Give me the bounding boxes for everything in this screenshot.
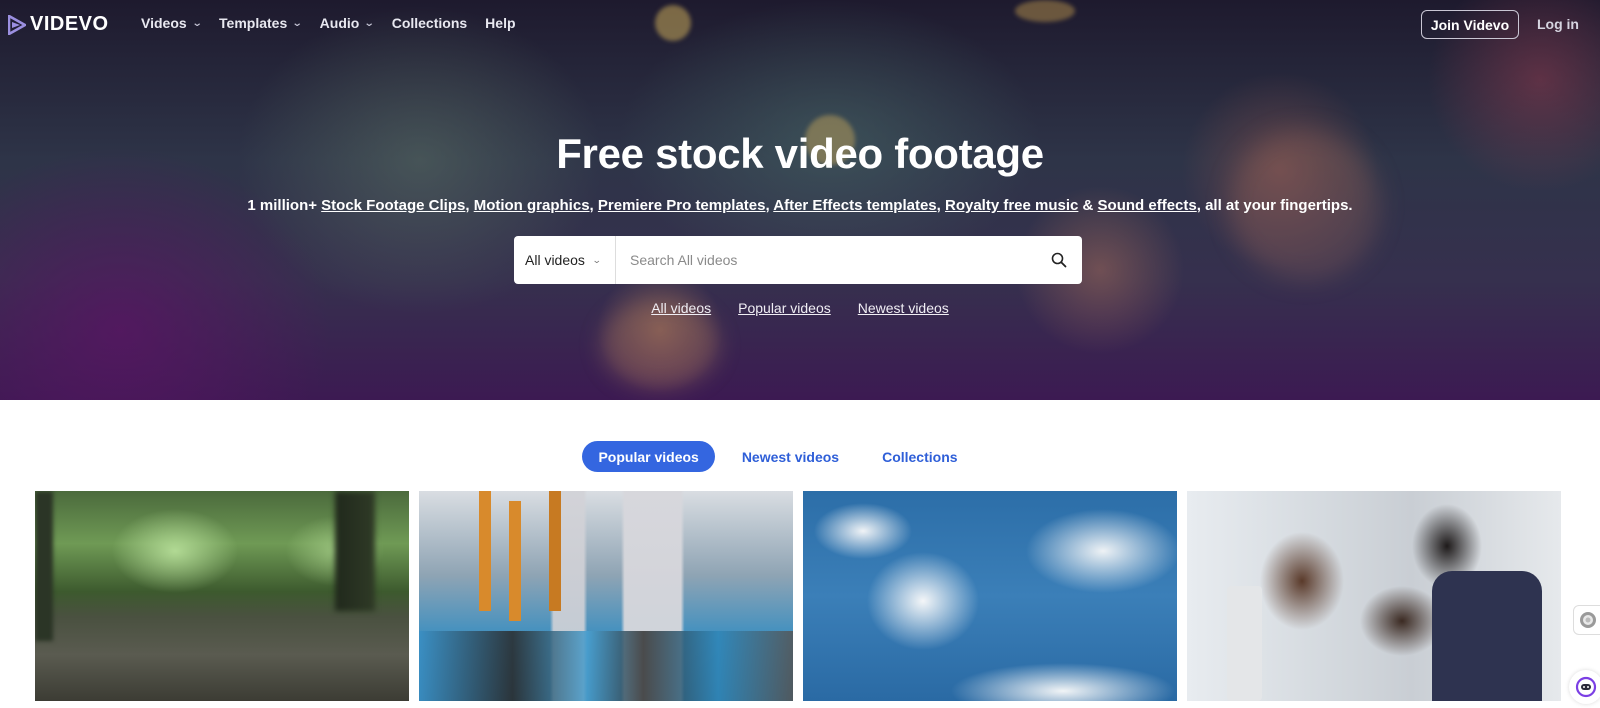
nav-item-videos[interactable]: Videos ⌄ [141, 15, 203, 31]
separator: , [465, 197, 474, 214]
chevron-down-icon: ⌄ [292, 17, 303, 29]
nav-item-templates[interactable]: Templates ⌄ [219, 15, 303, 31]
search-category-select[interactable]: All videos ⌄ [514, 236, 616, 284]
link-royalty-free-music[interactable]: Royalty free music [945, 197, 1078, 214]
video-thumbnail-business-team[interactable] [1187, 491, 1561, 701]
nav-item-label: Videos [141, 15, 187, 31]
quick-link-all-videos[interactable]: All videos [651, 300, 711, 316]
separator: , [589, 197, 598, 214]
video-grid [35, 491, 1561, 701]
search-bar: All videos ⌄ [514, 236, 1082, 284]
search-input[interactable] [616, 236, 1036, 284]
login-link[interactable]: Log in [1537, 16, 1579, 32]
tab-collections[interactable]: Collections [866, 441, 973, 472]
nav-item-label: Audio [319, 15, 360, 31]
chevron-down-icon: ⌄ [364, 17, 375, 29]
search-button[interactable] [1036, 236, 1082, 284]
join-button[interactable]: Join Videvo [1421, 10, 1519, 39]
accessibility-icon [1580, 612, 1596, 628]
tab-newest-videos[interactable]: Newest videos [726, 441, 855, 472]
logo-text: VIDEVO [30, 13, 109, 35]
quick-link-popular-videos[interactable]: Popular videos [738, 300, 831, 316]
subtitle-suffix: , all at your fingertips. [1196, 197, 1353, 214]
nav-item-label: Help [485, 15, 516, 31]
logo[interactable]: VIDEVO [8, 13, 109, 36]
top-nav: VIDEVO Videos ⌄ Templates ⌄ Audio ⌄ Coll… [0, 0, 1600, 50]
hero-title: Free stock video footage [556, 130, 1044, 177]
nav-item-collections[interactable]: Collections [392, 15, 467, 31]
link-sound-effects[interactable]: Sound effects [1098, 197, 1197, 214]
quick-link-newest-videos[interactable]: Newest videos [858, 300, 949, 316]
video-thumbnail-factory-machinery[interactable] [419, 491, 793, 701]
link-after-effects-templates[interactable]: After Effects templates [773, 197, 936, 214]
video-thumbnail-rain-forest[interactable] [35, 491, 409, 701]
search-category-value: All videos [525, 252, 585, 268]
chat-bot-icon [1575, 676, 1597, 698]
hero-banner: VIDEVO Videos ⌄ Templates ⌄ Audio ⌄ Coll… [0, 0, 1600, 400]
separator: & [1078, 197, 1098, 214]
video-thumbnail-clouds-sky[interactable] [803, 491, 1177, 701]
nav-item-help[interactable]: Help [485, 15, 515, 31]
subtitle-prefix: 1 million+ [247, 197, 322, 214]
nav-item-label: Collections [391, 15, 468, 31]
link-premiere-pro-templates[interactable]: Premiere Pro templates [598, 197, 766, 214]
content-tabs: Popular videos Newest videos Collections [0, 441, 1600, 472]
separator: , [936, 197, 945, 214]
chevron-down-icon: ⌄ [591, 254, 602, 265]
tab-popular-videos[interactable]: Popular videos [582, 441, 715, 472]
quick-links: All videos Popular videos Newest videos [0, 300, 1600, 316]
accessibility-widget-button[interactable] [1573, 605, 1600, 635]
search-icon [1051, 252, 1067, 268]
link-stock-footage[interactable]: Stock Footage Clips [321, 197, 465, 214]
hero-subtitle: 1 million+ Stock Footage Clips, Motion g… [0, 197, 1600, 214]
nav-menu: Videos ⌄ Templates ⌄ Audio ⌄ Collections… [141, 15, 534, 31]
chevron-down-icon: ⌄ [191, 17, 203, 29]
link-motion-graphics[interactable]: Motion graphics [474, 197, 590, 214]
nav-item-audio[interactable]: Audio ⌄ [319, 15, 375, 31]
chat-widget-button[interactable] [1569, 670, 1600, 704]
videvo-logo-icon [8, 14, 26, 35]
nav-item-label: Templates [219, 15, 288, 31]
